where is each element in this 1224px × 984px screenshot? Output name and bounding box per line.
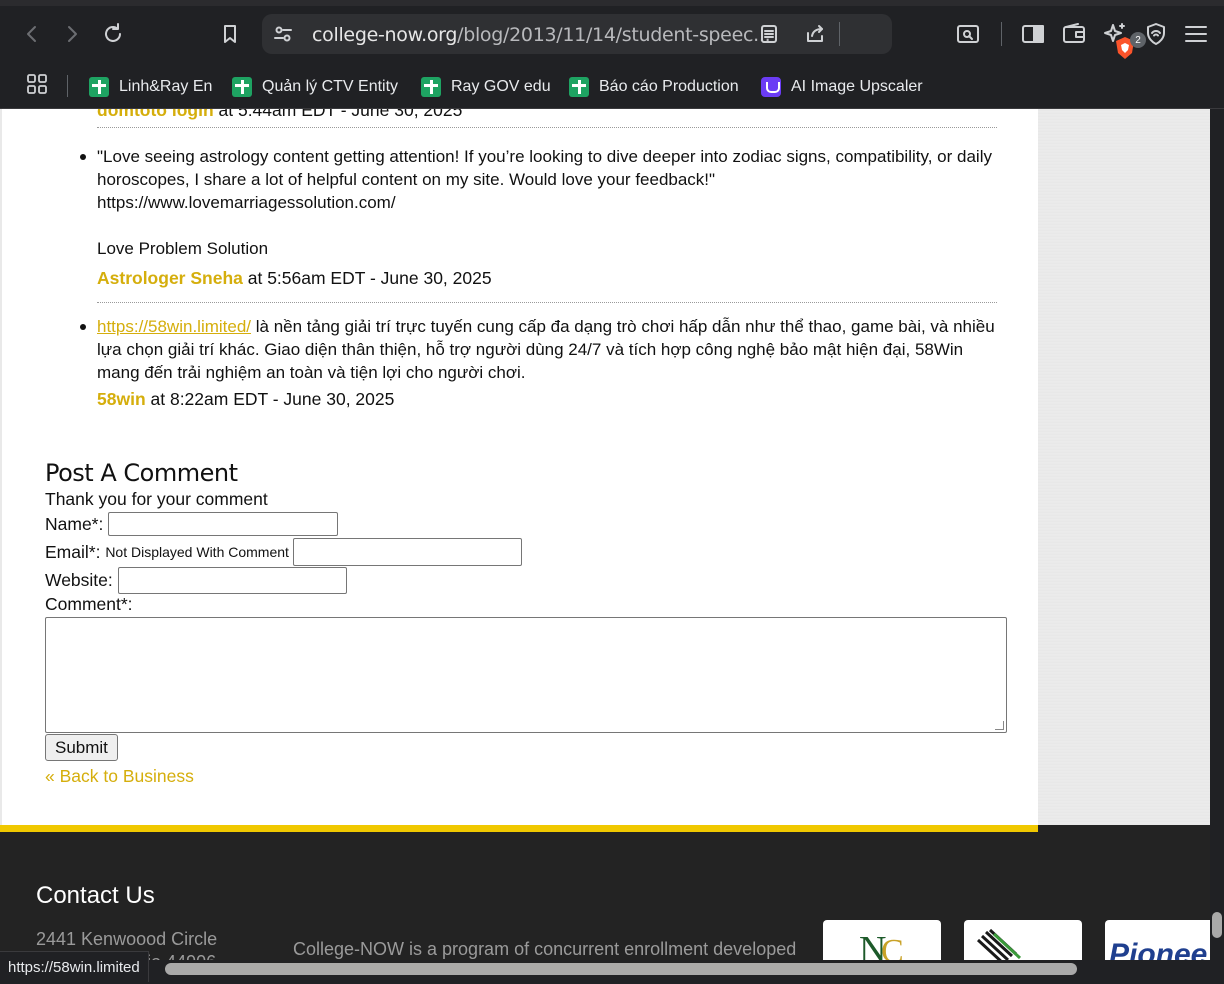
comment-date: at 5:44am EDT - June 30, 2025 — [213, 109, 463, 120]
website-row: Website: — [45, 566, 1015, 594]
bookmarks-bar: Linh&Ray En Quản lý CTV Entity Ray GOV e… — [0, 66, 1224, 109]
name-label: Name*: — [45, 513, 104, 534]
chevron-left-icon — [27, 26, 36, 42]
page-background-texture — [1038, 109, 1210, 825]
bookmark-item[interactable]: Báo cáo Production — [569, 72, 739, 102]
contact-title: Contact Us — [36, 882, 155, 909]
bookmark-button[interactable] — [214, 18, 246, 50]
comment-meta: 58win at 8:22am EDT - June 30, 2025 — [97, 388, 1002, 411]
comment-divider — [97, 127, 997, 128]
address-bar[interactable]: college-now.org/blog/2013/11/14/student-… — [262, 14, 1146, 59]
footer-edge — [1038, 825, 1210, 832]
reload-icon — [105, 23, 121, 42]
toolbar-separator — [1001, 22, 1002, 46]
form-title: Post A Comment — [45, 459, 238, 487]
comment-author-link[interactable]: Astrologer Sneha — [97, 268, 243, 288]
address-line: 2441 Kenwoood Circle — [36, 929, 218, 949]
sidebar-icon[interactable] — [1020, 22, 1046, 46]
url-text[interactable]: college-now.org/blog/2013/11/14/student-… — [312, 24, 771, 46]
website-input[interactable] — [117, 566, 347, 594]
bookmark-label: Quản lý CTV Entity — [262, 78, 399, 95]
tab-strip — [0, 0, 1224, 6]
footer-accent-bar — [0, 825, 1038, 832]
site-settings-icon[interactable] — [272, 23, 294, 45]
bookmark-separator — [67, 75, 68, 97]
forward-button[interactable] — [56, 18, 88, 50]
comment-meta: domtoto login at 5:44am EDT - June 30, 2… — [97, 109, 1002, 122]
bookmark-label: AI Image Upscaler — [791, 78, 923, 95]
page-viewport: domtoto login at 5:44am EDT - June 30, 2… — [0, 109, 1210, 969]
list-bullet — [80, 154, 86, 160]
comment-date: at 8:22am EDT - June 30, 2025 — [145, 389, 395, 409]
name-input[interactable] — [108, 512, 339, 536]
vertical-scroll-thumb[interactable] — [1212, 912, 1222, 938]
comment-item: domtoto login at 5:44am EDT - June 30, 2… — [97, 109, 1002, 122]
comment-date: at 5:56am EDT - June 30, 2025 — [242, 268, 492, 288]
wallet-icon[interactable] — [1061, 22, 1087, 46]
menu-icon[interactable] — [1183, 22, 1209, 46]
reload-button[interactable] — [97, 18, 129, 50]
form-thanks: Thank you for your comment — [45, 489, 268, 509]
horizontal-scroll-thumb[interactable] — [165, 963, 1077, 975]
site-footer: Contact Us 2441 Kenwoood Circle Mansfiel… — [0, 832, 1210, 969]
resize-grip-icon[interactable] — [995, 721, 1004, 730]
sheets-icon — [232, 77, 252, 97]
list-bullet — [80, 324, 86, 330]
bookmark-label: Báo cáo Production — [599, 78, 739, 95]
comment-item: https://58win.limited/ là nền tảng giải … — [80, 315, 1002, 411]
main-content: domtoto login at 5:44am EDT - June 30, 2… — [2, 109, 1038, 825]
bookmark-label: Ray GOV edu — [451, 78, 551, 95]
vertical-scrollbar[interactable] — [1210, 109, 1224, 964]
comment-author-link[interactable]: 58win — [97, 389, 146, 409]
comment-url: https://www.lovemarriagessolution.com/ — [97, 193, 396, 212]
bookmark-item[interactable]: AI Image Upscaler — [761, 72, 923, 102]
comment-body: "Love seeing astrology content getting a… — [97, 147, 992, 189]
upscaler-logo-icon — [761, 77, 781, 97]
name-row: Name*: — [45, 510, 1015, 538]
sheets-icon — [89, 77, 109, 97]
comment-divider — [97, 302, 997, 303]
email-input[interactable] — [292, 538, 522, 566]
comment-textarea[interactable] — [45, 617, 1007, 733]
back-link[interactable]: « Back to Business — [45, 766, 1015, 787]
status-bar-url: https://58win.limited — [0, 951, 149, 982]
apps-grid-icon[interactable] — [25, 71, 49, 97]
reader-mode-icon[interactable] — [758, 23, 780, 45]
bookmark-label: Linh&Ray En — [119, 78, 213, 95]
comment-body: https://58win.limited/ là nền tảng giải … — [97, 315, 1002, 384]
share-icon[interactable] — [803, 22, 827, 46]
bookmark-item[interactable]: Linh&Ray En — [89, 72, 212, 102]
tab-search-icon[interactable] — [955, 22, 981, 46]
email-row: Email*: Not Displayed With Comment — [45, 538, 1015, 566]
comment-label: Comment*: — [45, 594, 133, 614]
chevron-right-icon — [68, 26, 77, 42]
sheets-icon — [421, 77, 441, 97]
comment-list: domtoto login at 5:44am EDT - June 30, 2… — [80, 109, 1002, 411]
vpn-icon[interactable] — [1143, 22, 1169, 46]
bookmark-item[interactable]: Quản lý CTV Entity — [232, 72, 398, 102]
comment-meta: Astrologer Sneha at 5:56am EDT - June 30… — [97, 267, 1002, 290]
comment-item: "Love seeing astrology content getting a… — [80, 145, 1002, 290]
sheets-icon — [569, 77, 589, 97]
browser-toolbar: college-now.org/blog/2013/11/14/student-… — [0, 0, 1224, 66]
back-button[interactable] — [16, 18, 48, 50]
email-note: Not Displayed With Comment — [105, 544, 289, 560]
email-label: Email*: — [45, 541, 101, 562]
bookmark-item[interactable]: Ray GOV edu — [421, 72, 551, 102]
website-label: Website: — [45, 569, 113, 590]
comment-author-link[interactable]: domtoto login — [97, 109, 214, 120]
comment-form: Post A Comment Thank you for your commen… — [45, 459, 1015, 787]
submit-button[interactable]: Submit — [45, 734, 118, 761]
url-separator — [839, 22, 840, 46]
leo-ai-icon[interactable] — [1102, 22, 1128, 46]
bookmark-icon — [224, 25, 236, 43]
comment-body-link[interactable]: https://58win.limited/ — [97, 317, 251, 336]
comment-body-extra: Love Problem Solution — [97, 239, 269, 258]
